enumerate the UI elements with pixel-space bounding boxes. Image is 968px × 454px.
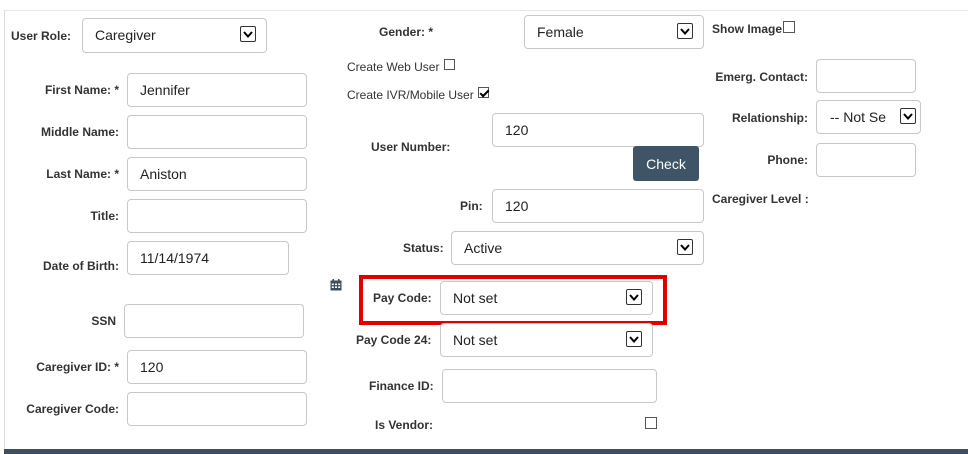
- create-ivr-label: Create IVR/Mobile User: [347, 88, 474, 102]
- pay-code-select[interactable]: Not set: [440, 281, 653, 315]
- phone-label: Phone:: [767, 153, 808, 167]
- calendar-icon[interactable]: [330, 279, 342, 291]
- pay-code-value: Not set: [453, 290, 498, 306]
- pin-label: Pin:: [460, 199, 483, 213]
- caregiver-id-field[interactable]: 120: [127, 350, 307, 384]
- middle-name-field[interactable]: [127, 115, 307, 149]
- chevron-down-icon: [626, 331, 642, 347]
- pay-code-label: Pay Code:: [373, 291, 432, 305]
- create-web-user-label: Create Web User: [347, 60, 440, 74]
- chevron-down-icon: [677, 23, 693, 39]
- dob-label: Date of Birth:: [43, 259, 119, 273]
- title-field[interactable]: [127, 199, 307, 233]
- show-image-label: Show Image: [712, 22, 783, 36]
- middle-name-label: Middle Name:: [40, 125, 119, 139]
- user-role-select[interactable]: Caregiver: [82, 18, 267, 53]
- status-value: Active: [464, 240, 503, 256]
- chevron-down-icon: [900, 108, 916, 124]
- first-name-field[interactable]: Jennifer: [127, 73, 307, 107]
- first-name-label: First Name: *: [44, 83, 119, 97]
- gender-select[interactable]: Female: [524, 15, 704, 49]
- user-role-value: Caregiver: [95, 27, 156, 43]
- chevron-down-icon: [677, 239, 693, 255]
- relationship-select[interactable]: -- Not Se: [816, 100, 921, 134]
- dob-field[interactable]: 11/14/1974: [127, 241, 289, 275]
- gender-label: Gender: *: [379, 25, 434, 39]
- chevron-down-icon: [626, 289, 642, 305]
- pay-code-24-value: Not set: [453, 332, 498, 348]
- finance-id-label: Finance ID:: [369, 379, 434, 393]
- user-number-field[interactable]: 120: [492, 113, 704, 147]
- emerg-contact-field[interactable]: [816, 59, 916, 93]
- pin-field[interactable]: 120: [492, 189, 704, 223]
- pay-code-24-label: Pay Code 24:: [356, 333, 432, 347]
- phone-field[interactable]: [816, 143, 916, 177]
- chevron-down-icon: [240, 26, 256, 42]
- last-name-field[interactable]: Aniston: [127, 157, 307, 191]
- title-label: Title:: [90, 209, 119, 223]
- user-role-label: User Role:: [11, 29, 72, 43]
- user-number-label: User Number:: [371, 140, 451, 154]
- is-vendor-label: Is Vendor:: [375, 418, 434, 432]
- ssn-label: SSN: [91, 314, 116, 328]
- caregiver-code-field[interactable]: [127, 392, 307, 426]
- create-web-user-checkbox[interactable]: [444, 59, 455, 70]
- relationship-label: Relationship:: [731, 111, 808, 125]
- status-select[interactable]: Active: [451, 231, 704, 265]
- ssn-field[interactable]: [124, 304, 304, 338]
- footer-bar: [4, 449, 968, 454]
- check-button[interactable]: Check: [633, 146, 699, 181]
- show-image-checkbox[interactable]: [783, 21, 795, 33]
- caregiver-level-label: Caregiver Level :: [712, 192, 809, 206]
- status-label: Status:: [403, 241, 444, 255]
- caregiver-id-label: Caregiver ID: *: [36, 360, 119, 374]
- last-name-label: Last Name: *: [46, 167, 119, 181]
- emerg-contact-label: Emerg. Contact:: [715, 70, 808, 84]
- caregiver-code-label: Caregiver Code:: [26, 402, 119, 416]
- is-vendor-checkbox[interactable]: [645, 417, 657, 429]
- relationship-value: -- Not Se: [830, 109, 887, 125]
- gender-value: Female: [537, 24, 584, 40]
- pay-code-24-select[interactable]: Not set: [440, 323, 653, 357]
- finance-id-field[interactable]: [442, 369, 657, 403]
- create-ivr-checkbox[interactable]: [478, 87, 489, 98]
